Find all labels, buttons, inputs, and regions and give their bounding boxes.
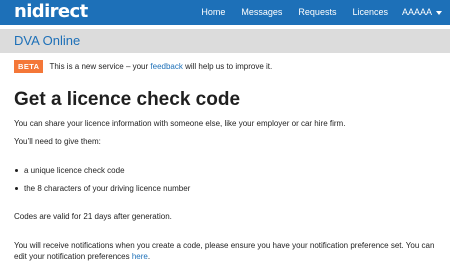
requirements-list: a unique licence check code the 8 charac…: [14, 165, 190, 201]
bullet-icon: [15, 169, 18, 172]
page-title: Get a licence check code: [14, 89, 241, 110]
user-menu[interactable]: AAAAA: [402, 0, 442, 25]
list-item: the 8 characters of your driving licence…: [14, 183, 190, 194]
list-item-text: a unique licence check code: [24, 166, 125, 175]
notification-text-end: .: [147, 252, 151, 261]
list-item: a unique licence check code: [14, 165, 190, 176]
bullet-icon: [15, 187, 18, 190]
chevron-down-icon: [436, 10, 442, 15]
notification-text-body: You will receive notifications when you …: [14, 241, 435, 261]
service-title[interactable]: DVA Online: [14, 32, 80, 50]
nav-messages[interactable]: Messages: [241, 0, 282, 25]
nav-requests[interactable]: Requests: [298, 0, 336, 25]
beta-banner: BETA This is a new service – your feedba…: [14, 59, 272, 73]
beta-badge: BETA: [14, 59, 44, 73]
feedback-link[interactable]: feedback: [150, 62, 182, 71]
user-menu-label: AAAAA: [401, 7, 432, 17]
main-nav: Home Messages Requests Licences AAAAA: [185, 0, 442, 25]
nav-licences[interactable]: Licences: [352, 0, 388, 25]
service-bar: DVA Online: [0, 29, 450, 53]
beta-text-before: This is a new service – your: [49, 61, 151, 71]
nidirect-logo[interactable]: nidirect: [14, 2, 88, 22]
need-to-give-text: You’ll need to give them:: [14, 137, 101, 146]
beta-text-after: will help us to improve it.: [182, 61, 273, 71]
intro-text: You can share your licence information w…: [14, 119, 346, 128]
list-item-text: the 8 characters of your driving licence…: [24, 184, 191, 193]
site-header: nidirect Home Messages Requests Licences…: [0, 0, 450, 25]
notification-preferences-link[interactable]: here: [132, 252, 148, 261]
validity-text: Codes are valid for 21 days after genera…: [14, 212, 172, 221]
nav-home[interactable]: Home: [201, 0, 225, 25]
notification-text: You will receive notifications when you …: [14, 240, 444, 262]
